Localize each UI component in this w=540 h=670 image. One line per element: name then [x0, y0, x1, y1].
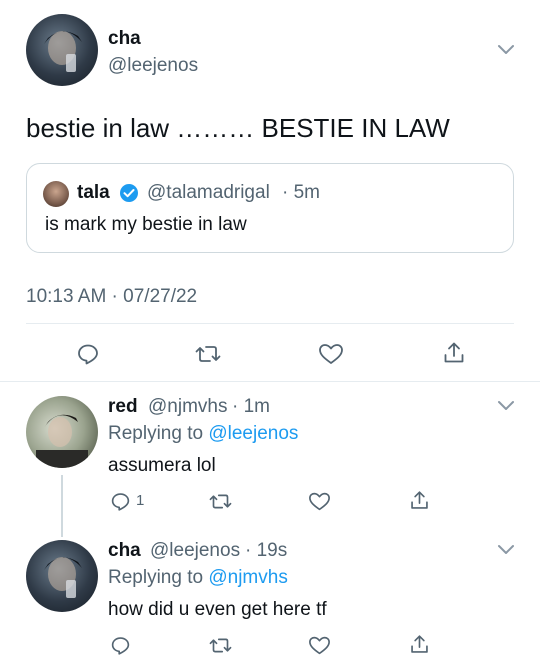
replying-to-label: Replying to — [108, 423, 204, 444]
chevron-down-icon[interactable] — [497, 44, 515, 56]
like-button[interactable] — [316, 340, 346, 368]
like-button[interactable] — [306, 489, 332, 513]
avatar[interactable] — [26, 14, 98, 86]
replying-to-handle[interactable]: @njmvhs — [208, 567, 287, 588]
thread-line — [61, 475, 63, 537]
verified-badge-icon — [120, 184, 138, 202]
replying-to-label: Replying to — [108, 567, 204, 588]
tweet-text: assumera lol — [108, 455, 216, 476]
tweet-time: · 1m — [232, 396, 270, 417]
tweet-timestamp[interactable]: 10:13 AM · 07/27/22 — [26, 286, 197, 308]
divider — [0, 381, 540, 382]
replying-to-handle[interactable]: @leejenos — [208, 423, 298, 444]
user-handle[interactable]: @leejenos — [108, 55, 198, 77]
retweet-button[interactable] — [193, 340, 223, 368]
replying-to: Replying to @leejenos — [108, 423, 298, 445]
reply-icon — [111, 492, 129, 511]
retweet-icon — [195, 346, 221, 362]
like-button[interactable] — [306, 633, 332, 657]
tweet-text: bestie in law ……… BESTIE IN LAW — [26, 113, 450, 143]
user-handle[interactable]: @njmvhs — [148, 396, 227, 418]
reply-icon — [78, 344, 98, 365]
share-button[interactable] — [440, 339, 468, 367]
like-icon — [319, 344, 343, 364]
quote-text: is mark my bestie in law — [45, 214, 247, 235]
avatar[interactable] — [26, 540, 98, 612]
like-icon — [308, 636, 330, 654]
display-name[interactable]: cha — [108, 28, 141, 50]
retweet-button[interactable] — [207, 633, 233, 657]
user-handle[interactable]: @leejenos — [150, 540, 240, 562]
share-icon — [410, 634, 428, 653]
retweet-icon — [209, 638, 231, 652]
replying-to: Replying to @njmvhs — [108, 567, 288, 589]
share-button[interactable] — [407, 632, 431, 656]
display-name[interactable]: cha — [108, 540, 141, 562]
quote-handle: @talamadrigal — [147, 182, 270, 203]
reply-count: 1 — [136, 492, 145, 509]
share-icon — [410, 490, 428, 509]
share-icon — [444, 342, 464, 363]
chevron-down-icon[interactable] — [497, 400, 515, 412]
retweet-icon — [209, 494, 231, 508]
quote-avatar — [43, 181, 69, 207]
avatar[interactable] — [26, 396, 98, 468]
retweet-button[interactable] — [207, 489, 233, 513]
quote-display-name: tala — [77, 182, 110, 203]
quote-time: · 5m — [282, 182, 320, 203]
reply-button[interactable] — [74, 340, 102, 368]
like-icon — [308, 492, 330, 510]
reply-button[interactable] — [108, 633, 132, 657]
chevron-down-icon[interactable] — [497, 544, 515, 556]
reply-icon — [111, 636, 129, 655]
tweet-time: · 19s — [245, 540, 288, 561]
divider — [26, 323, 514, 324]
reply-button[interactable] — [108, 489, 132, 513]
tweet-text: how did u even get here tf — [108, 599, 327, 620]
display-name[interactable]: red — [108, 396, 138, 418]
share-button[interactable] — [407, 488, 431, 512]
quote-tweet-card[interactable]: tala @talamadrigal · 5m is mark my besti… — [26, 163, 514, 253]
